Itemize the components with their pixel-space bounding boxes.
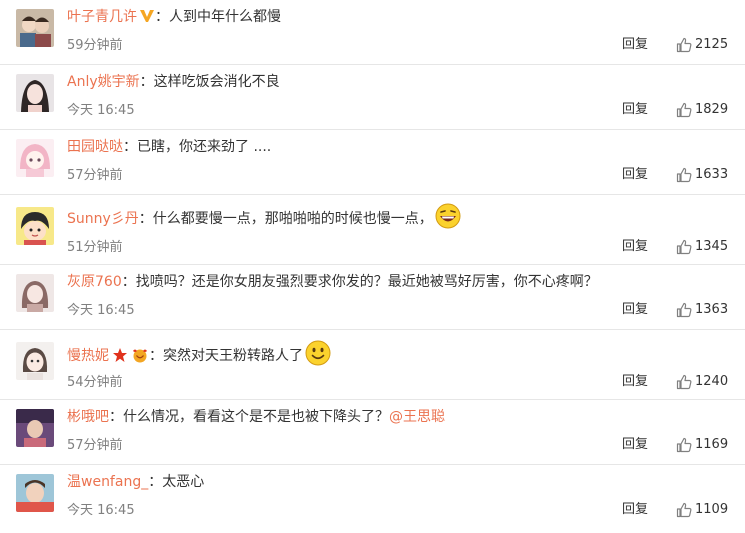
like-count: 1169 [695, 437, 729, 452]
avatar[interactable] [16, 139, 54, 177]
like-count: 1363 [695, 302, 729, 317]
colon: ： [138, 211, 153, 227]
username[interactable]: 慢热妮 [67, 348, 109, 364]
comment-text: 这样吃饭会消化不良 [153, 74, 280, 90]
avatar[interactable] [16, 474, 54, 512]
colon: ： [109, 409, 123, 425]
fan-badge-icon [131, 347, 149, 370]
colon: ： [139, 74, 154, 90]
verified-v-icon [139, 8, 155, 30]
colon: ： [149, 348, 163, 364]
thumbs-up-icon [676, 37, 692, 53]
avatar[interactable] [16, 74, 54, 112]
timestamp: 51分钟前 [67, 240, 123, 255]
comment-text: 已瞎，你还来劲了 .... [137, 139, 272, 155]
comment-text: 找喷吗？还是你女朋友强烈要求你发的？最近她被骂好厉害，你不心疼啊？ [135, 274, 598, 290]
reply-button[interactable]: 回复 [622, 166, 648, 184]
comment-text: 太恶心 [162, 474, 205, 490]
thumbs-up-icon [676, 239, 692, 255]
timestamp: 今天 16:45 [67, 103, 135, 118]
username[interactable]: 叶子青几许 [67, 9, 137, 25]
comment-line: Anly姚宇新：这样吃饭会消化不良 [67, 71, 280, 93]
timestamp: 54分钟前 [67, 375, 123, 390]
timestamp: 今天 16:45 [67, 303, 135, 318]
like-button[interactable]: 1109 [676, 500, 728, 520]
like-button[interactable]: 1240 [676, 372, 728, 392]
like-count: 1633 [695, 167, 729, 182]
reply-button[interactable]: 回复 [622, 101, 648, 119]
like-count: 1109 [695, 502, 729, 517]
avatar[interactable] [16, 274, 54, 312]
mention-link[interactable]: @王思聪 [389, 409, 445, 425]
comment-item: 田园哒哒：已瞎，你还来劲了 .... 57分钟前 回复 1633 [0, 130, 745, 195]
like-button[interactable]: 1633 [676, 165, 728, 185]
like-button[interactable]: 1363 [676, 300, 728, 320]
comment-item: 彬哦吧：什么情况，看看这个是不是也被下降头了？@王思聪 57分钟前 回复 116… [0, 400, 745, 465]
comment-line: 田园哒哒：已瞎，你还来劲了 .... [67, 136, 271, 158]
thumbs-up-icon [676, 374, 692, 390]
like-button[interactable]: 1169 [676, 435, 728, 455]
comment-line: 温wenfang_：太恶心 [67, 471, 204, 493]
thumbs-up-icon [676, 102, 692, 118]
username[interactable]: Sunny彡丹 [67, 211, 139, 227]
comment-line: Sunny彡丹：什么都要慢一点，那啪啪啪的时候也慢一点， [67, 203, 461, 236]
comment-item: 温wenfang_：太恶心 今天 16:45 回复 1109 [0, 465, 745, 530]
reply-button[interactable]: 回复 [622, 301, 648, 319]
timestamp: 59分钟前 [67, 38, 123, 53]
colon: ： [148, 474, 163, 490]
timestamp: 57分钟前 [67, 168, 123, 183]
reply-button[interactable]: 回复 [622, 373, 648, 391]
comment-text: 什么情况，看看这个是不是也被下降头了？ [123, 409, 389, 425]
reply-button[interactable]: 回复 [622, 238, 648, 256]
avatar[interactable] [16, 409, 54, 447]
comment-item: Anly姚宇新：这样吃饭会消化不良 今天 16:45 回复 1829 [0, 65, 745, 130]
colon: ： [121, 274, 136, 290]
thumbs-up-icon [676, 302, 692, 318]
comment-item: 灰原760：找喷吗？还是你女朋友强烈要求你发的？最近她被骂好厉害，你不心疼啊？ … [0, 265, 745, 330]
like-count: 1829 [695, 102, 729, 117]
comment-line: 叶子青几许 ：人到中年什么都慢 [67, 6, 281, 30]
comment-line: 灰原760：找喷吗？还是你女朋友强烈要求你发的？最近她被骂好厉害，你不心疼啊？ [67, 271, 598, 293]
comment-item: 慢热妮 ：突然对天王粉转路人了 54分钟前 回复 1240 [0, 330, 745, 400]
like-button[interactable]: 1345 [676, 237, 728, 257]
like-count: 2125 [695, 37, 729, 52]
colon: ： [155, 9, 169, 25]
timestamp: 今天 16:45 [67, 503, 135, 518]
laughing-emoji-icon [435, 203, 461, 236]
like-count: 1240 [695, 374, 729, 389]
like-button[interactable]: 2125 [676, 35, 728, 55]
reply-button[interactable]: 回复 [622, 436, 648, 454]
avatar[interactable] [16, 9, 54, 47]
reply-button[interactable]: 回复 [622, 501, 648, 519]
username[interactable]: Anly姚宇新 [67, 74, 140, 90]
thumbs-up-icon [676, 167, 692, 183]
like-button[interactable]: 1829 [676, 100, 728, 120]
comment-text: 人到中年什么都慢 [169, 9, 281, 25]
username[interactable]: 灰原760 [67, 274, 122, 290]
comment-text: 突然对天王粉转路人了 [163, 348, 303, 364]
username[interactable]: 温wenfang_ [67, 474, 148, 490]
comment-line: 彬哦吧：什么情况，看看这个是不是也被下降头了？@王思聪 [67, 406, 445, 428]
comment-item: 叶子青几许 ：人到中年什么都慢 59分钟前 回复 2125 [0, 0, 745, 65]
smile-emoji-icon [305, 340, 331, 373]
like-count: 1345 [695, 239, 729, 254]
comment-item: Sunny彡丹：什么都要慢一点，那啪啪啪的时候也慢一点， 51分钟前 回复 13… [0, 195, 745, 265]
comment-line: 慢热妮 ：突然对天王粉转路人了 [67, 340, 331, 373]
reply-button[interactable]: 回复 [622, 36, 648, 54]
avatar[interactable] [16, 207, 54, 245]
timestamp: 57分钟前 [67, 438, 123, 453]
username[interactable]: 彬哦吧 [67, 409, 109, 425]
star-badge-icon [112, 347, 128, 370]
username[interactable]: 田园哒哒 [67, 139, 123, 155]
comment-text: 什么都要慢一点，那啪啪啪的时候也慢一点， [152, 211, 433, 227]
thumbs-up-icon [676, 502, 692, 518]
thumbs-up-icon [676, 437, 692, 453]
avatar[interactable] [16, 342, 54, 380]
colon: ： [123, 139, 137, 155]
comment-list: 叶子青几许 ：人到中年什么都慢 59分钟前 回复 2125 Anly姚宇新：这样吃… [0, 0, 745, 530]
